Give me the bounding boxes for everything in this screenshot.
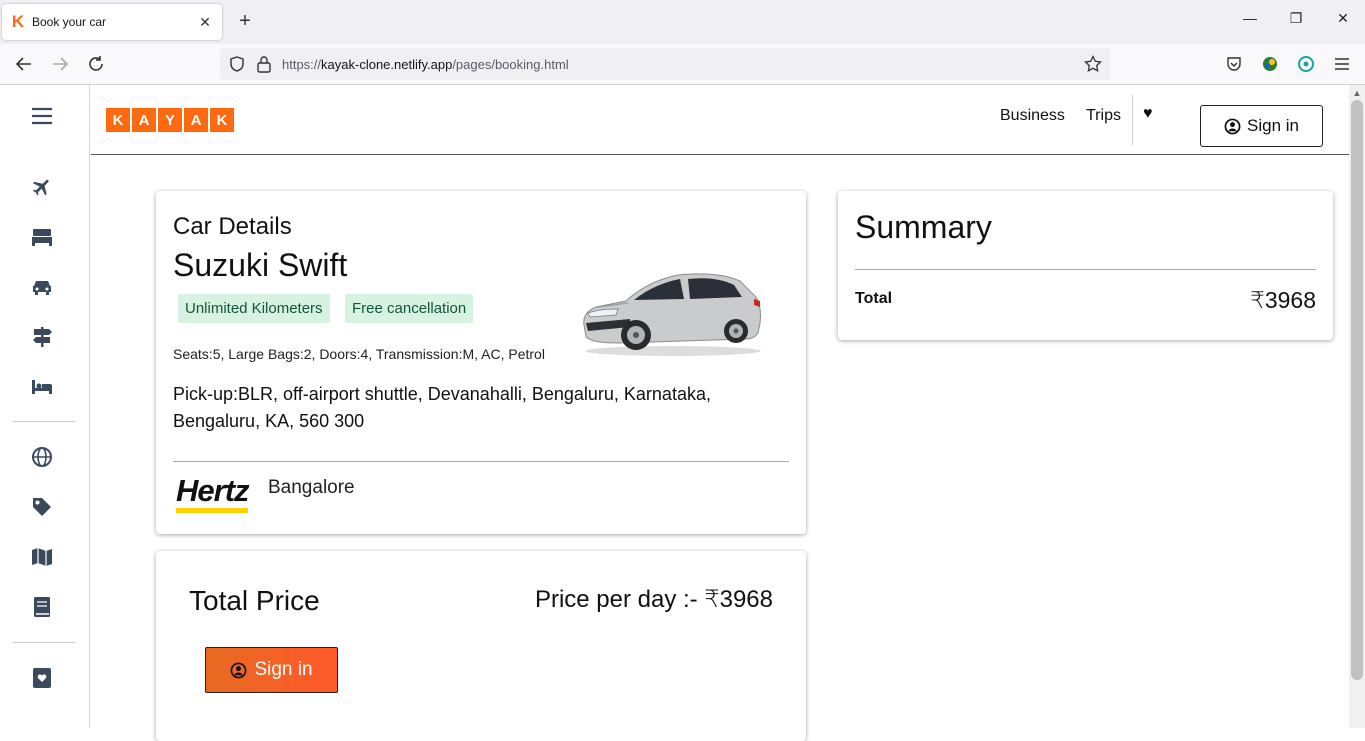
user-circle-icon [231, 662, 247, 678]
tab-close-icon[interactable]: ✕ [196, 14, 214, 31]
summary-divider [855, 269, 1316, 270]
bookmark-star-icon[interactable] [1084, 55, 1102, 73]
user-circle-icon [1224, 118, 1241, 134]
trips-link[interactable]: Trips [1086, 107, 1121, 125]
saved-heart-icon[interactable] [29, 665, 55, 691]
hotel-bed-icon[interactable] [29, 374, 55, 400]
summary-card: Summary Total ₹3968 [838, 191, 1333, 340]
car-name: Suzuki Swift [173, 247, 348, 283]
hertz-logo: Hertz [176, 475, 250, 515]
header-signin-button[interactable]: Sign in [1200, 105, 1323, 147]
scroll-up-icon[interactable]: ▲ [1351, 88, 1363, 98]
sidebar-divider [12, 421, 76, 422]
bed-icon[interactable] [29, 224, 55, 250]
scroll-thumb[interactable] [1351, 100, 1363, 680]
car-icon[interactable] [29, 274, 55, 300]
car-details-heading: Car Details [173, 213, 292, 240]
restore-icon[interactable]: ❐ [1285, 10, 1307, 27]
business-link[interactable]: Business [1000, 107, 1065, 125]
app-menu-icon[interactable] [1330, 52, 1354, 76]
tab-title: Book your car [32, 15, 107, 29]
book-icon[interactable] [29, 594, 55, 620]
vendor-location: Bangalore [268, 477, 355, 498]
summary-total-value: ₹3968 [1250, 287, 1316, 313]
summary-title: Summary [855, 209, 992, 245]
site-header: K A Y A K Business Trips ♥ Sign in [91, 85, 1349, 155]
shield-icon [230, 56, 244, 72]
signpost-icon[interactable] [29, 324, 55, 350]
globe-icon[interactable] [29, 444, 55, 470]
car-specs: Seats:5, Large Bags:2, Doors:4, Transmis… [173, 346, 545, 362]
car-image [583, 273, 761, 356]
card-divider [173, 461, 789, 462]
new-tab-icon[interactable]: + [234, 10, 256, 32]
menu-icon[interactable] [29, 103, 55, 129]
forward-icon[interactable] [48, 52, 72, 76]
back-icon[interactable] [12, 52, 36, 76]
header-signin-label: Sign in [1247, 116, 1299, 135]
sidebar-divider-2 [12, 642, 76, 643]
kayak-favicon-icon: K [11, 12, 25, 31]
lock-icon [257, 56, 271, 73]
pocket-icon[interactable] [1222, 52, 1246, 76]
header-divider [1132, 95, 1133, 145]
heart-icon[interactable]: ♥ [1143, 105, 1153, 123]
extension-icon[interactable] [1258, 52, 1282, 76]
minimize-icon[interactable]: — [1239, 10, 1261, 26]
browser-tab-bar: K Book your car ✕ + — ❐ ✕ [0, 0, 1365, 44]
total-price-title: Total Price [189, 585, 320, 616]
tag-icon[interactable] [29, 494, 55, 520]
booking-signin-button[interactable]: Sign in [205, 647, 338, 693]
car-details-card: Car Details Suzuki Swift Unlimited Kilom… [156, 191, 806, 534]
kayak-logo[interactable]: K A Y A K [106, 108, 234, 132]
browser-tab[interactable]: K Book your car ✕ [2, 4, 222, 40]
extension-2-icon[interactable] [1294, 52, 1318, 76]
price-per-day: Price per day :- ₹3968 [534, 586, 773, 613]
map-icon[interactable] [29, 544, 55, 570]
address-bar[interactable]: https://kayak-clone.netlify.app/pages/bo… [220, 48, 1110, 80]
booking-signin-label: Sign in [254, 659, 313, 680]
reload-icon[interactable] [84, 52, 108, 76]
total-price-card: Total Price Price per day :- ₹3968 Sign … [156, 551, 806, 741]
browser-nav-bar: https://kayak-clone.netlify.app/pages/bo… [0, 44, 1365, 85]
pickup-location: Pick-up:BLR, off-airport shuttle, Devana… [173, 384, 711, 431]
badge-unlimited-km: Unlimited Kilometers [178, 294, 330, 323]
url-text: https://kayak-clone.netlify.app/pages/bo… [282, 57, 569, 72]
close-window-icon[interactable]: ✕ [1332, 10, 1354, 27]
summary-total-label: Total [855, 290, 893, 307]
badge-free-cancellation: Free cancellation [345, 294, 474, 323]
plane-icon[interactable] [29, 174, 55, 200]
left-sidebar [0, 85, 90, 728]
